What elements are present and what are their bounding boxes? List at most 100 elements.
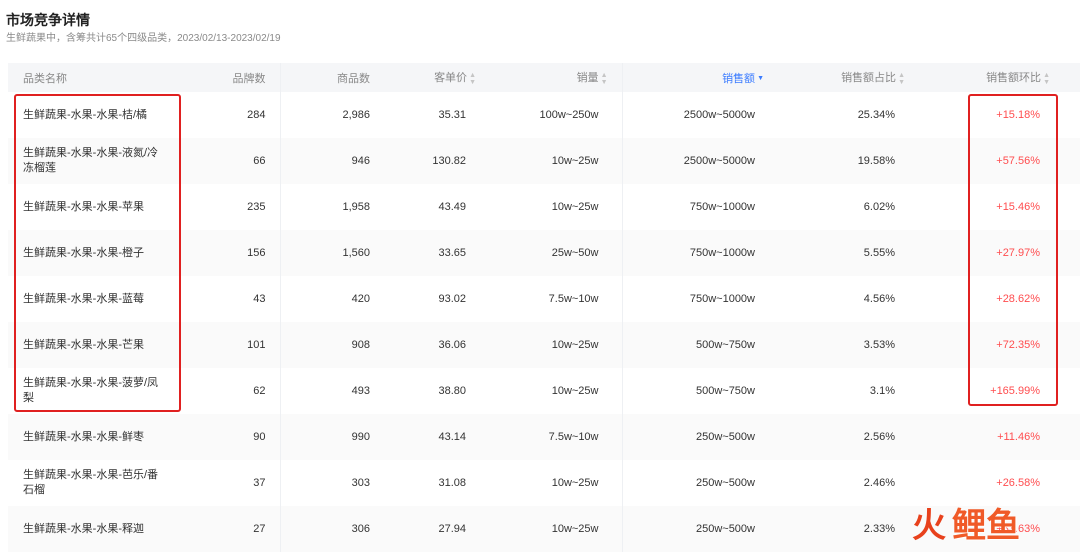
cell-brands: 284 [247,109,266,121]
sort-both-icon[interactable]: ▲ ▼ [898,72,905,86]
cell-brands: 27 [198,506,280,552]
cell-growth: +57.56% [905,138,1080,184]
col-header-sales[interactable]: 销售额 ▼ [621,63,767,92]
cell-unit-price: 93.02 [438,293,466,305]
cell-share: 6.02% [863,201,895,213]
cell-sales: 750w~1000w [621,276,767,322]
cell-unit-price: 38.80 [438,385,466,397]
cell-unit-price: 43.49 [438,201,466,213]
cell-name: 生鲜蔬果-水果-水果-蓝莓 [23,292,144,305]
cell-sales: 500w~750w [621,322,767,368]
cell-volume: 10w~25w [551,385,599,397]
cell-unit-price: 130.82 [370,138,476,184]
table-row[interactable]: 生鲜蔬果-水果-水果-菠萝/凤梨 62 493 38.80 10w~25w 500w~75… [8,368,1080,414]
cell-share: 19.58% [767,138,905,184]
cell-brands: 37 [253,477,266,489]
cell-name: 生鲜蔬果-水果-水果-液氮/冷冻榴莲 [8,138,198,184]
cell-brands: 66 [198,138,280,184]
sort-both-icon[interactable]: ▲ ▼ [469,72,476,86]
col-header-unit-price[interactable]: 客单价 ▲ ▼ [370,63,476,92]
cell-products: 420 [279,276,370,322]
cell-share: 2.56% [767,414,905,460]
cell-products: 908 [279,322,370,368]
cell-share: 3.1% [869,385,895,397]
cell-sales: 750w~1000w [621,230,767,276]
cell-products: 2,986 [279,92,370,138]
page-title: 市场竞争详情 [6,12,90,28]
cell-products: 946 [279,138,370,184]
cell-brands: 235 [247,201,266,213]
cell-sales: 250w~500w [621,506,767,552]
cell-volume: 10w~25w [476,138,622,184]
cell-growth: +15.18% [996,109,1040,121]
cell-name: 生鲜蔬果-水果-水果-菠萝/凤梨 [23,377,159,404]
table-row[interactable]: 生鲜蔬果-水果-水果-鲜枣 90 990 43.14 7.5w~10w 250w~500w… [8,414,1080,460]
sort-desc-icon[interactable]: ▼ [757,75,764,82]
cell-growth: +11.46% [905,414,1080,460]
cell-name: 生鲜蔬果-水果-水果-桔/橘 [23,108,148,121]
cell-unit-price: 36.06 [370,322,476,368]
cell-sales: 2500w~5000w [621,138,767,184]
page-header: 市场竞争详情 生鲜蔬果中，含筹共计65个四级品类，2023/02/13-2023… [6,10,281,47]
cell-unit-price: 27.94 [370,506,476,552]
sort-both-icon[interactable]: ▲ ▼ [601,72,608,86]
table-row[interactable]: 生鲜蔬果-水果-水果-桔/橘 284 2,986 35.31 100w~250w 2500… [8,92,1080,138]
cell-volume: 7.5w~10w [548,293,599,305]
cell-volume: 7.5w~10w [476,414,622,460]
col-header-growth[interactable]: 销售额环比 ▲ ▼ [905,63,1080,92]
cell-unit-price: 33.65 [370,230,476,276]
cell-sales: 250w~500w [621,414,767,460]
table-row[interactable]: 生鲜蔬果-水果-水果-橙子 156 1,560 33.65 25w~50w 750w~10… [8,230,1080,276]
cell-share: 3.53% [767,322,905,368]
col-header-share[interactable]: 销售额占比 ▲ ▼ [767,63,905,92]
cell-unit-price: 35.31 [438,109,466,121]
table-row[interactable]: 生鲜蔬果-水果-水果-芒果 101 908 36.06 10w~25w 500w~750w… [8,322,1080,368]
sort-both-icon[interactable]: ▲ ▼ [1043,72,1050,86]
cell-brands: 43 [253,293,266,305]
competition-table: 品类名称 品牌数 商品数 客单价 ▲ ▼ 销量 ▲ ▼ 销售额 ▼ 销售额占比 ▲ ▼ 销售额… [8,63,1080,552]
cell-name: 生鲜蔬果-水果-水果-芒果 [8,322,198,368]
table-row[interactable]: 生鲜蔬果-水果-水果-液氮/冷冻榴莲 66 946 130.82 10w~25w 2500… [8,138,1080,184]
cell-unit-price: 43.14 [370,414,476,460]
fire-logo-icon: 火 [912,507,946,545]
cell-name: 生鲜蔬果-水果-水果-释迦 [8,506,198,552]
cell-brands: 101 [198,322,280,368]
cell-unit-price: 31.08 [438,477,466,489]
cell-products: 1,560 [279,230,370,276]
cell-volume: 10w~25w [551,201,599,213]
logo-text: 鲤鱼 [952,507,1020,545]
table-row[interactable]: 生鲜蔬果-水果-水果-苹果 235 1,958 43.49 10w~25w 750w~10… [8,184,1080,230]
cell-growth: +26.58% [996,477,1040,489]
cell-share: 4.56% [863,293,895,305]
cell-growth: +165.99% [990,385,1040,397]
cell-volume: 10w~25w [476,322,622,368]
cell-growth: +28.62% [996,293,1040,305]
cell-products: 306 [279,506,370,552]
cell-name: 生鲜蔬果-水果-水果-芭乐/番石榴 [23,469,159,496]
cell-sales: 250w~500w [621,460,767,506]
cell-share: 25.34% [857,109,895,121]
table-row[interactable]: 生鲜蔬果-水果-水果-蓝莓 43 420 93.02 7.5w~10w 750w~1000… [8,276,1080,322]
col-header-volume[interactable]: 销量 ▲ ▼ [476,63,622,92]
cell-share: 2.46% [863,477,895,489]
cell-volume: 10w~25w [551,477,599,489]
watermark-logo: 火 鲤鱼 [912,503,1072,549]
cell-name: 生鲜蔬果-水果-水果-苹果 [23,200,144,213]
cell-sales: 750w~1000w [621,184,767,230]
cell-share: 5.55% [767,230,905,276]
cell-brands: 156 [198,230,280,276]
cell-name: 生鲜蔬果-水果-水果-橙子 [8,230,198,276]
col-header-brands[interactable]: 品牌数 [198,63,280,92]
cell-products: 493 [279,368,370,414]
cell-volume: 100w~250w [539,109,599,121]
cell-volume: 10w~25w [476,506,622,552]
cell-growth: +27.97% [905,230,1080,276]
table-header-row: 品类名称 品牌数 商品数 客单价 ▲ ▼ 销量 ▲ ▼ 销售额 ▼ 销售额占比 ▲ ▼ 销售额… [8,63,1080,92]
cell-brands: 62 [253,385,266,397]
cell-growth: +15.46% [996,201,1040,213]
col-header-products[interactable]: 商品数 [279,63,370,92]
cell-growth: +72.35% [905,322,1080,368]
cell-products: 990 [279,414,370,460]
table-row[interactable]: 生鲜蔬果-水果-水果-芭乐/番石榴 37 303 31.08 10w~25w 250w~5… [8,460,1080,506]
cell-name: 生鲜蔬果-水果-水果-鲜枣 [8,414,198,460]
